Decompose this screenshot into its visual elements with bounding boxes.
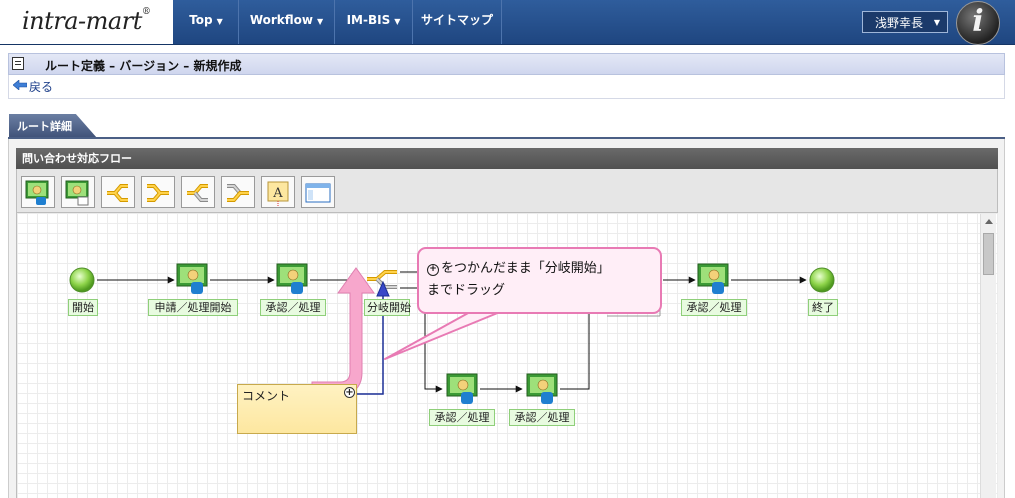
node-label-approve[interactable]: 承認／処理 <box>429 409 495 426</box>
flow-connector[interactable] <box>560 313 590 390</box>
process-node-icon[interactable] <box>276 263 308 294</box>
instruction-callout: + をつかんだまま「分岐開始」 までドラッグ <box>417 247 662 314</box>
node-label-end[interactable]: 終了 <box>808 299 838 316</box>
comment-text: コメント <box>242 389 291 403</box>
process-node-icon[interactable] <box>176 263 208 294</box>
node-label-apply[interactable]: 申請／処理開始 <box>148 299 238 316</box>
callout-line-1: をつかんだまま「分岐開始」 <box>441 261 610 276</box>
callout-text: + をつかんだまま「分岐開始」 までドラッグ <box>427 258 659 302</box>
node-label-start[interactable]: 開始 <box>68 299 98 316</box>
callout-pointer <box>384 311 501 360</box>
callout-line-2: までドラッグ <box>427 283 506 298</box>
node-label-approve[interactable]: 承認／処理 <box>681 299 747 316</box>
connector-handle-icon[interactable]: + <box>344 387 355 398</box>
plus-circle-icon: + <box>427 264 439 276</box>
end-node-icon[interactable] <box>809 267 835 293</box>
node-label-branch-start[interactable]: 分岐開始 <box>364 299 411 316</box>
node-label-approve[interactable]: 承認／処理 <box>260 299 326 316</box>
comment-box[interactable]: コメント + <box>237 384 357 434</box>
process-node-icon[interactable] <box>446 373 478 404</box>
process-node-icon[interactable] <box>697 263 729 294</box>
node-label-approve[interactable]: 承認／処理 <box>509 409 575 426</box>
start-node-icon[interactable] <box>69 267 95 293</box>
process-node-icon[interactable] <box>526 373 558 404</box>
drag-direction-arrow <box>311 267 375 395</box>
